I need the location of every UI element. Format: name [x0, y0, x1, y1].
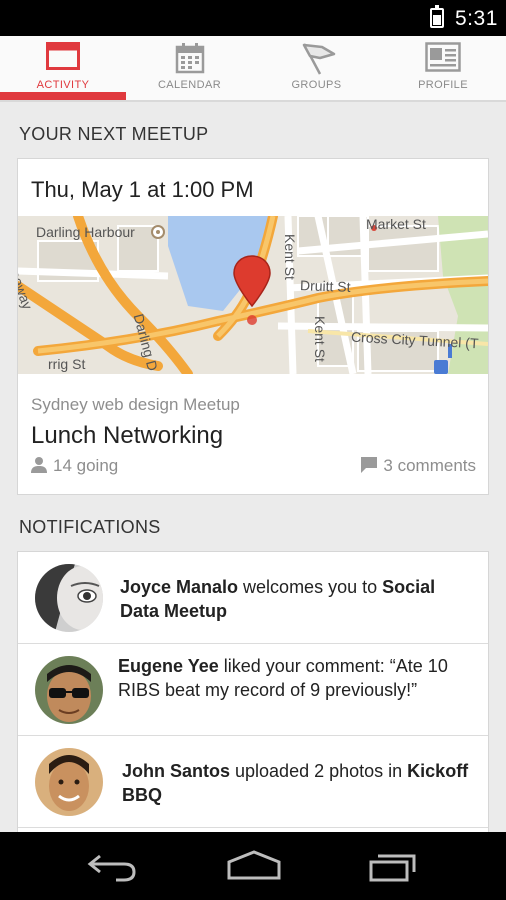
back-icon [87, 854, 136, 882]
tab-bar: ACTIVITY CALENDAR GROUPS PROFILE [0, 36, 506, 102]
avatar-john [35, 748, 103, 816]
notification-actor[interactable]: Eugene Yee [118, 656, 219, 676]
comments-label: 3 comments [383, 456, 476, 475]
going-count[interactable]: 14 going [31, 456, 118, 476]
meetup-card[interactable]: Thu, May 1 at 1:00 PM Darling Harbour Ma… [17, 158, 489, 495]
profile-card-icon [425, 42, 461, 72]
tab-profile[interactable]: PROFILE [380, 36, 506, 100]
notification-item[interactable]: John Santos uploaded 2 photos in Kickoff… [18, 736, 488, 828]
tab-groups-label: GROUPS [291, 79, 342, 91]
notification-actor[interactable]: Joyce Manalo [120, 577, 238, 597]
map-label-druitt-st: Druitt St [299, 277, 351, 295]
notifications-list: Joyce Manalo welcomes you to Social Data… [17, 551, 489, 841]
groups-flag-icon [302, 43, 335, 75]
tab-calendar-label: CALENDAR [157, 79, 222, 91]
tab-groups[interactable]: GROUPS [253, 36, 380, 100]
calendar-icon [175, 43, 204, 74]
status-time: 5:31 [455, 7, 498, 30]
tab-indicator [0, 92, 126, 100]
navigation-bar [0, 832, 506, 900]
meetup-group-name: Sydney web design Meetup [31, 395, 240, 414]
map-label-kent-st-top: Kent St [282, 234, 298, 280]
notification-item[interactable]: Eugene Yee liked your comment: “Ate 10 R… [18, 644, 488, 736]
notification-action: welcomes you to [238, 577, 383, 597]
battery-icon [430, 5, 444, 28]
activity-icon [46, 42, 80, 70]
notification-item[interactable]: Joyce Manalo welcomes you to Social Data… [18, 552, 488, 644]
back-button[interactable] [86, 846, 138, 891]
recents-icon [369, 854, 416, 882]
section-title-next-meetup: YOUR NEXT MEETUP [19, 124, 209, 144]
notification-actor[interactable]: John Santos [122, 761, 230, 781]
tab-activity[interactable]: ACTIVITY [0, 36, 126, 100]
avatar-joyce [35, 564, 103, 632]
meetup-event-title: Lunch Networking [31, 422, 224, 449]
map-label-kent-st-bottom: Kent St [312, 316, 328, 362]
home-icon [227, 850, 281, 880]
going-label: 14 going [53, 456, 119, 475]
map-label-market-st: Market St [366, 216, 426, 232]
status-bar: 5:31 [0, 0, 506, 36]
meetup-map[interactable]: Darling Harbour Market St Druitt St Kent… [18, 216, 488, 374]
notification-action: uploaded 2 photos in [230, 761, 408, 781]
comments-count[interactable]: 3 comments [361, 456, 476, 476]
tab-activity-label: ACTIVITY [36, 79, 90, 91]
section-title-notifications: NOTIFICATIONS [19, 517, 161, 537]
home-button[interactable] [226, 846, 282, 891]
avatar-eugene [35, 656, 103, 724]
tab-profile-label: PROFILE [418, 79, 468, 91]
recents-button[interactable] [368, 846, 420, 891]
tab-calendar[interactable]: CALENDAR [126, 36, 253, 100]
meetup-date: Thu, May 1 at 1:00 PM [31, 177, 254, 202]
map-label-darling-harbour: Darling Harbour [36, 224, 135, 240]
map-label-pyrmont: rrig St [48, 356, 86, 372]
person-icon [31, 457, 47, 473]
comment-icon [361, 457, 378, 473]
